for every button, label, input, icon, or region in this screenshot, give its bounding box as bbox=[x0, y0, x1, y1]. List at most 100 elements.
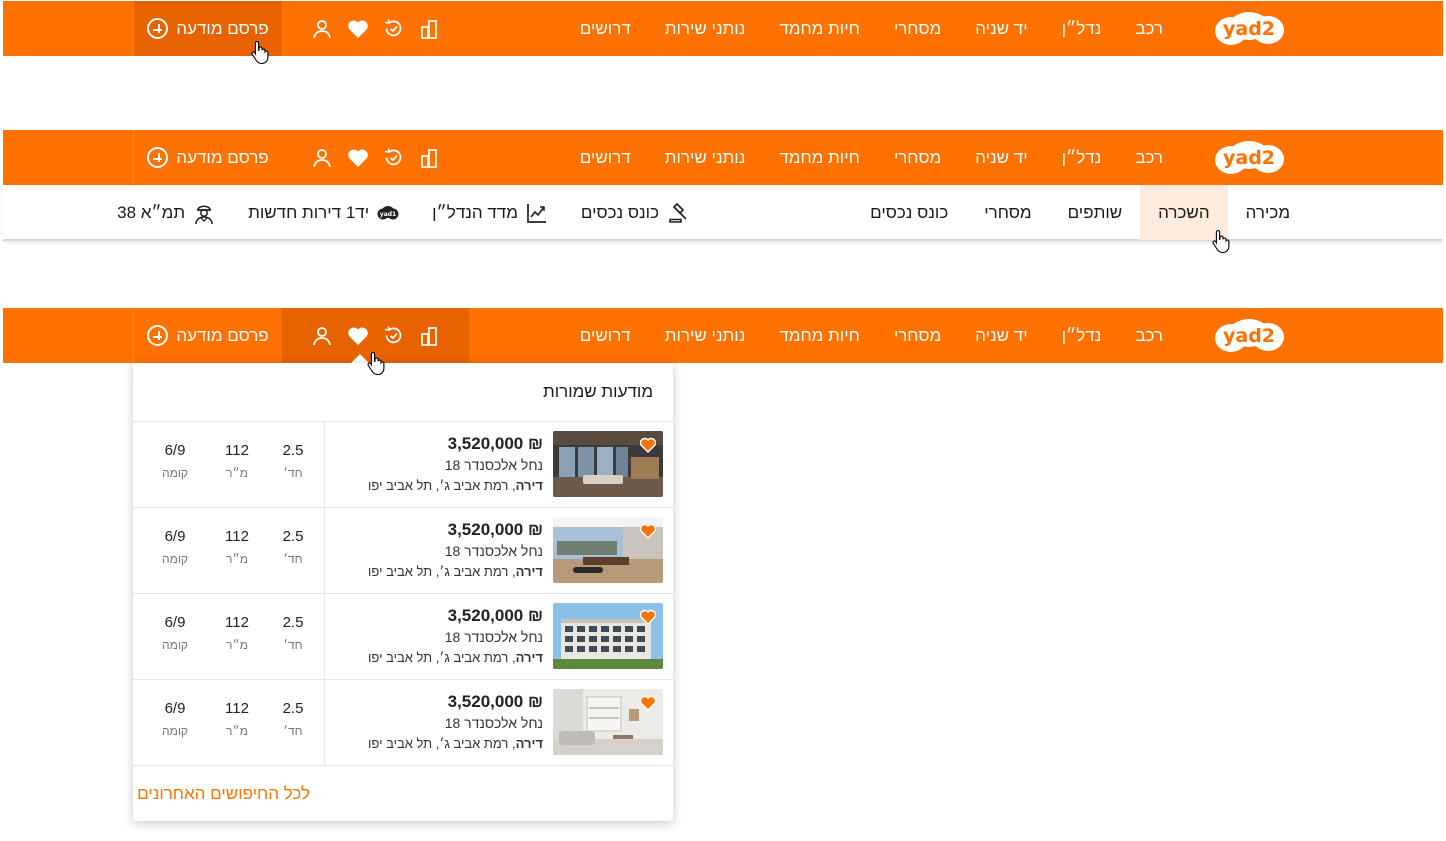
svg-text:yad1: yad1 bbox=[380, 211, 396, 218]
saved-heart-icon[interactable] bbox=[640, 523, 656, 539]
nav-item-services[interactable]: נותני שירות bbox=[648, 19, 763, 39]
nav-item-secondhand[interactable]: יד שניה bbox=[958, 148, 1044, 168]
recent-searches-icon[interactable] bbox=[382, 17, 405, 40]
link-tama38[interactable]: תמ״א 38 bbox=[117, 201, 215, 225]
listing-location: דירה, רמת אביב ג׳, תל אביב יפו bbox=[368, 564, 543, 579]
nav-item-commercial[interactable]: מסחרי bbox=[877, 326, 958, 346]
nav-item-jobs[interactable]: דרושים bbox=[563, 148, 648, 168]
link-realestate-index[interactable]: מדד הנדל״ן bbox=[432, 202, 548, 224]
favorites-heart-icon[interactable] bbox=[346, 146, 369, 169]
listing-area: , רמת אביב ג׳, תל אביב יפו bbox=[368, 478, 516, 493]
trend-chart-icon bbox=[527, 203, 546, 223]
listing-street: נחל אלכסנדר 18 bbox=[444, 543, 543, 559]
saved-ad-card[interactable]: ₪ 3,520,000 נחל אלכסנדר 18 דירה, רמת אבי… bbox=[133, 680, 673, 766]
worker-icon bbox=[195, 204, 213, 224]
saved-ad-card[interactable]: ₪ 3,520,000 נחל אלכסנדר 18 דירה, רמת אבי… bbox=[133, 508, 673, 594]
gavel-icon bbox=[669, 202, 687, 223]
compare-icon[interactable] bbox=[418, 324, 441, 347]
nav-item-services[interactable]: נותני שירות bbox=[648, 148, 763, 168]
nav-item-pets[interactable]: חיות מחמד bbox=[762, 148, 876, 168]
listing-street: נחל אלכסנדר 18 bbox=[444, 629, 543, 645]
tab-receivership[interactable]: כונס נכסים bbox=[870, 185, 966, 240]
rooms-stat: 2.5 חד׳ bbox=[282, 614, 304, 652]
card-divider bbox=[324, 594, 325, 680]
nav-item-services[interactable]: נותני שירות bbox=[648, 326, 763, 346]
listing-area: , רמת אביב ג׳, תל אביב יפו bbox=[368, 736, 516, 751]
nav-item-vehicles[interactable]: רכב bbox=[1118, 326, 1163, 346]
nav-item-jobs[interactable]: דרושים bbox=[563, 19, 648, 39]
user-icon[interactable] bbox=[310, 17, 333, 40]
nav-item-secondhand[interactable]: יד שניה bbox=[958, 326, 1044, 346]
tab-roommates[interactable]: שותפים bbox=[1050, 185, 1141, 240]
rooms-stat: 2.5 חד׳ bbox=[282, 528, 304, 566]
svg-text:yad2: yad2 bbox=[1223, 325, 1275, 347]
yad2-logo[interactable]: yad2 bbox=[1213, 318, 1285, 354]
listing-street: נחל אלכסנדר 18 bbox=[444, 457, 543, 473]
link-yad1-new-apartments[interactable]: yad1 יד1 דירות חדשות bbox=[248, 203, 399, 223]
main-nav: רכב נדל״ן יד שניה מסחרי חיות מחמד נותני … bbox=[563, 1, 1163, 56]
all-recent-searches-link[interactable]: לכל החיפושים האחרונים bbox=[133, 766, 673, 821]
plus-circle-icon bbox=[147, 325, 169, 346]
saved-heart-icon[interactable] bbox=[640, 695, 656, 711]
user-icon[interactable] bbox=[310, 324, 333, 347]
nav-item-pets[interactable]: חיות מחמד bbox=[762, 19, 876, 39]
plus-circle-icon bbox=[147, 18, 169, 39]
subnav-links: כונס נכסים מדד הנדל״ן yad1 יד1 דירות חדש… bbox=[84, 185, 691, 240]
size-stat: 112 מ״ר bbox=[225, 614, 249, 652]
tab-rent[interactable]: השכרה bbox=[1140, 185, 1228, 240]
main-nav: רכב נדל״ן יד שניה מסחרי חיות מחמד נותני … bbox=[563, 308, 1163, 363]
link-label: מדד הנדל״ן bbox=[432, 202, 518, 222]
card-divider bbox=[324, 680, 325, 766]
size-stat: 112 מ״ר bbox=[225, 528, 249, 566]
yad2-logo[interactable]: yad2 bbox=[1213, 140, 1285, 176]
publish-ad-button[interactable]: פרסם מודעה bbox=[133, 130, 282, 185]
favorites-heart-icon[interactable] bbox=[346, 324, 369, 347]
header-bar: yad2 רכב נדל״ן יד שניה מסחרי חיות מחמד נ… bbox=[3, 1, 1443, 56]
publish-ad-button[interactable]: פרסם מודעה bbox=[133, 1, 282, 56]
saved-heart-icon[interactable] bbox=[640, 609, 656, 625]
header-icons bbox=[282, 130, 469, 185]
floor-stat: 6/9 קומה bbox=[161, 442, 189, 480]
user-icon[interactable] bbox=[310, 146, 333, 169]
listing-image bbox=[553, 689, 663, 755]
dropdown-title: מודעות שמורות bbox=[133, 363, 673, 422]
publish-ad-label: פרסם מודעה bbox=[176, 147, 269, 167]
nav-item-realestate[interactable]: נדל״ן bbox=[1045, 148, 1119, 168]
compare-icon[interactable] bbox=[418, 17, 441, 40]
listing-area: , רמת אביב ג׳, תל אביב יפו bbox=[368, 650, 516, 665]
publish-ad-label: פרסם מודעה bbox=[176, 18, 269, 38]
saved-heart-icon[interactable] bbox=[640, 437, 656, 453]
nav-item-vehicles[interactable]: רכב bbox=[1118, 19, 1163, 39]
listing-image bbox=[553, 603, 663, 669]
nav-item-realestate[interactable]: נדל״ן bbox=[1045, 326, 1119, 346]
tab-commercial[interactable]: מסחרי bbox=[966, 185, 1049, 240]
nav-item-commercial[interactable]: מסחרי bbox=[877, 148, 958, 168]
floor-stat: 6/9 קומה bbox=[161, 700, 189, 738]
saved-ad-card[interactable]: ₪ 3,520,000 נחל אלכסנדר 18 דירה, רמת אבי… bbox=[133, 422, 673, 508]
nav-item-secondhand[interactable]: יד שניה bbox=[958, 19, 1044, 39]
nav-item-jobs[interactable]: דרושים bbox=[563, 326, 648, 346]
svg-text:yad2: yad2 bbox=[1223, 18, 1275, 40]
nav-item-vehicles[interactable]: רכב bbox=[1118, 148, 1163, 168]
link-label: תמ״א 38 bbox=[117, 202, 186, 222]
nav-item-realestate[interactable]: נדל״ן bbox=[1045, 19, 1119, 39]
publish-ad-button[interactable]: פרסם מודעה bbox=[133, 308, 282, 363]
listing-price: ₪ 3,520,000 bbox=[447, 692, 543, 711]
listing-street: נחל אלכסנדר 18 bbox=[444, 715, 543, 731]
recent-searches-icon[interactable] bbox=[382, 146, 405, 169]
subnav-tabs: מכירה השכרה שותפים מסחרי כונס נכסים bbox=[870, 185, 1308, 240]
tab-sale[interactable]: מכירה bbox=[1228, 185, 1308, 240]
favorites-heart-icon[interactable] bbox=[346, 17, 369, 40]
compare-icon[interactable] bbox=[418, 146, 441, 169]
saved-ad-card[interactable]: ₪ 3,520,000 נחל אלכסנדר 18 דירה, רמת אבי… bbox=[133, 594, 673, 680]
listing-area: , רמת אביב ג׳, תל אביב יפו bbox=[368, 564, 516, 579]
nav-item-pets[interactable]: חיות מחמד bbox=[762, 326, 876, 346]
link-receivership[interactable]: כונס נכסים bbox=[581, 201, 691, 225]
nav-item-commercial[interactable]: מסחרי bbox=[877, 19, 958, 39]
listing-image bbox=[553, 517, 663, 583]
yad2-logo[interactable]: yad2 bbox=[1213, 11, 1285, 47]
floor-stat: 6/9 קומה bbox=[161, 528, 189, 566]
recent-searches-icon[interactable] bbox=[382, 324, 405, 347]
listing-type: דירה bbox=[515, 650, 543, 665]
svg-text:yad2: yad2 bbox=[1223, 147, 1275, 169]
